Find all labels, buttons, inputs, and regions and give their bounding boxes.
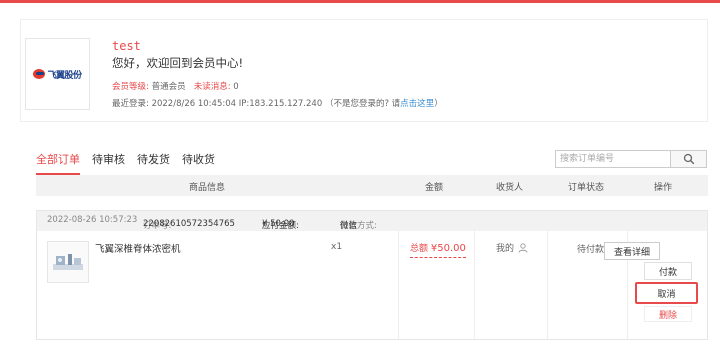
receiver-name: 我的 [496, 244, 515, 254]
search-button[interactable] [671, 150, 707, 168]
order-tabs: 全部订单 待审核 待发货 待收货 [36, 151, 215, 175]
order-total-label: 总额 [410, 244, 429, 254]
order-status: 待付款 [577, 245, 605, 255]
logo-mark-icon [33, 69, 46, 79]
order-header: 2022-08-26 10:57:23 订单号: 2208261057235476… [37, 211, 707, 231]
last-login-label: 最近登录: [112, 99, 149, 109]
member-level-line: 会员等级: 普通会员 未读消息: 0 [112, 80, 239, 92]
order-search-input[interactable] [555, 150, 671, 168]
payable-value: ¥ 50.00 [262, 219, 295, 229]
tab-pending-shipment[interactable]: 待发货 [137, 151, 170, 175]
header-receiver: 收货人 [496, 183, 524, 193]
header-status: 订单状态 [568, 183, 605, 193]
product-quantity: x1 [331, 242, 343, 252]
tab-pending-receipt[interactable]: 待收货 [182, 151, 215, 175]
not-you-prefix: （不是您登录的? 请 [324, 99, 401, 109]
view-details-button[interactable]: 查看详细 [604, 242, 660, 260]
unread-label: 未读消息: [193, 82, 231, 92]
cancel-order-button[interactable]: 取消 [635, 282, 698, 304]
not-you-suffix: ） [434, 99, 443, 109]
last-login-line: 最近登录: 2022/8/26 10:45:04 IP:183.215.127.… [112, 97, 443, 109]
orders-table-header: 商品信息 金额 收货人 订单状态 操作 [36, 175, 708, 196]
product-image-icon [53, 254, 83, 270]
welcome-message: 您好，欢迎回到会员中心! [112, 56, 244, 70]
tab-all-orders[interactable]: 全部订单 [36, 151, 80, 175]
profile-card: 飞翼股份 test 您好，欢迎回到会员中心! 会员等级: 普通会员 未读消息: … [20, 19, 708, 122]
order-total: 总额 ¥50.00 [410, 241, 466, 258]
receiver: 我的 [496, 241, 528, 254]
last-login-value: 2022/8/26 10:45:04 IP:183.215.127.240 [151, 99, 323, 109]
member-level-value: 普通会员 [151, 82, 186, 92]
product-name[interactable]: 飞翼深椎脊体浓密机 [95, 241, 181, 255]
pay-button[interactable]: 付款 [644, 262, 692, 280]
logo-text: 飞翼股份 [47, 70, 82, 81]
member-level-label: 会员等级: [112, 82, 149, 92]
order-number-value: 22082610572354765 [143, 219, 235, 229]
top-accent-bar [0, 0, 720, 3]
username: test [112, 39, 141, 53]
click-here-link[interactable]: 点击这里 [400, 99, 434, 109]
unread-count[interactable]: 0 [233, 82, 238, 92]
order-total-value: ¥50.00 [430, 243, 466, 254]
header-amount: 金额 [425, 183, 444, 193]
order-search [555, 150, 707, 168]
pay-method-value: 微信 [340, 221, 358, 231]
product-thumbnail[interactable] [47, 241, 89, 283]
column-divider [474, 231, 475, 339]
order-datetime: 2022-08-26 10:57:23 [47, 215, 138, 225]
company-logo: 飞翼股份 [25, 38, 90, 110]
search-icon [683, 153, 694, 165]
header-actions: 操作 [654, 183, 673, 193]
order-card: 2022-08-26 10:57:23 订单号: 2208261057235476… [36, 210, 708, 340]
column-divider [547, 231, 548, 339]
header-product: 商品信息 [189, 183, 226, 193]
tab-pending-review[interactable]: 待审核 [92, 151, 125, 175]
cancel-order-label: 取消 [657, 289, 676, 300]
user-icon [518, 242, 528, 253]
column-divider [398, 231, 399, 339]
delete-order-button[interactable]: 删除 [644, 306, 692, 322]
